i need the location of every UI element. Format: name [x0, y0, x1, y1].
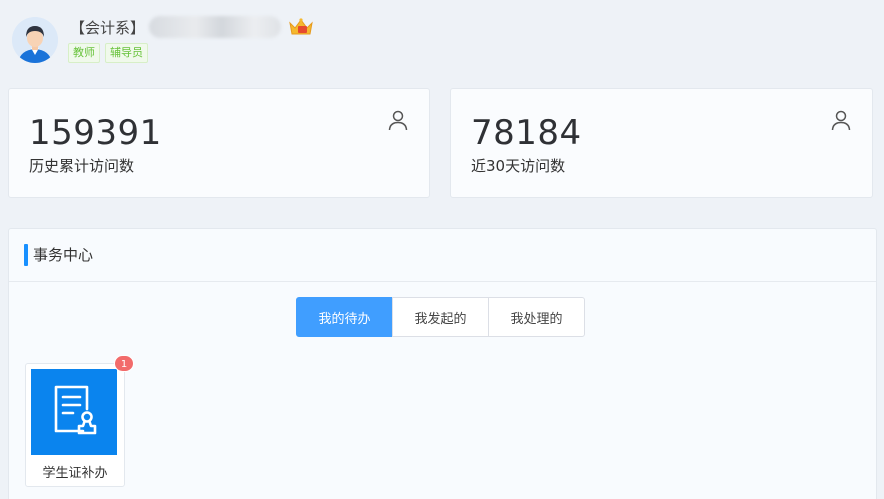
stat-value: 159391	[29, 113, 162, 153]
user-name-redacted	[149, 16, 282, 38]
tab-my-processed[interactable]: 我处理的	[488, 297, 585, 337]
user-header: 【会计系】 教师 辅导员	[12, 14, 872, 66]
stat-label: 历史累计访问数	[29, 157, 135, 175]
app-tile-student-id-reissue[interactable]: 学生证补办	[25, 363, 125, 487]
role-tag-teacher: 教师	[68, 43, 100, 63]
avatar[interactable]	[12, 17, 58, 63]
app-label: 学生证补办	[42, 466, 108, 481]
user-icon	[387, 109, 409, 131]
tab-my-initiated[interactable]: 我发起的	[392, 297, 489, 337]
stat-value: 78184	[471, 113, 582, 153]
stat-card-total-visits: 159391 历史累计访问数	[8, 88, 430, 198]
notification-badge: 1	[114, 355, 134, 372]
title-accent-bar	[24, 244, 28, 266]
tab-my-todo[interactable]: 我的待办	[296, 297, 393, 337]
affairs-tabs: 我的待办 我发起的 我处理的	[296, 297, 585, 337]
panel-header: 事务中心	[9, 229, 876, 282]
user-icon	[830, 109, 852, 131]
panel-title: 事务中心	[33, 246, 94, 264]
affairs-center-panel: 事务中心 我的待办 我发起的 我处理的 学生证补办 1	[8, 228, 877, 499]
stat-label: 近30天访问数	[471, 157, 566, 175]
stat-card-30day-visits: 78184 近30天访问数	[450, 88, 873, 198]
crown-icon	[287, 17, 315, 37]
role-tags: 教师 辅导员	[68, 43, 148, 63]
department-label: 【会计系】	[70, 18, 146, 37]
certificate-icon	[31, 369, 117, 455]
role-tag-counselor: 辅导员	[105, 43, 148, 63]
